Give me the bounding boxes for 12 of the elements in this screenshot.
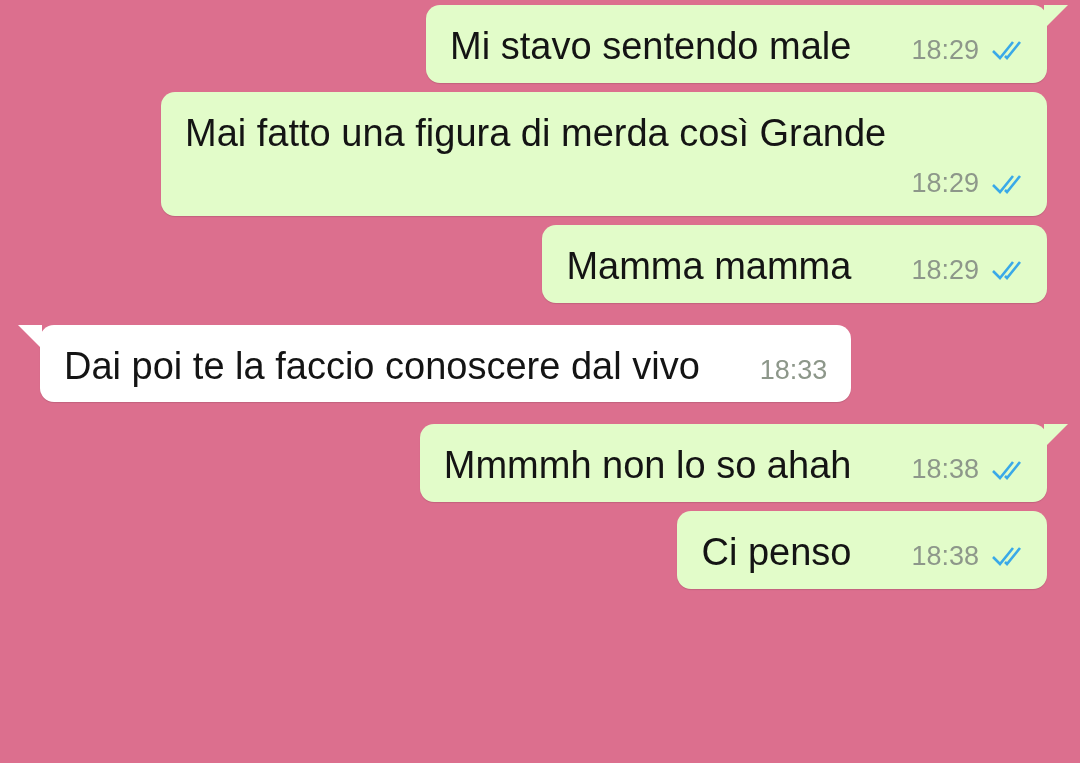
message-time: 18:38 [911, 540, 979, 574]
message-time: 18:29 [911, 254, 979, 288]
message-text: Ci penso [701, 530, 852, 575]
message-text: Mamma mamma [566, 244, 852, 289]
message-time: 18:33 [759, 353, 828, 387]
message-text: Mmmmh non lo so ahah [443, 444, 852, 488]
message-text: Dai poi te la faccio conoscere dal vivo [64, 344, 700, 389]
message-text: Mi stavo sentendo male [450, 25, 852, 69]
message-time: 18:38 [911, 453, 979, 487]
message-time: 18:29 [911, 167, 979, 201]
message-time: 18:29 [911, 34, 979, 68]
message-text: Mai fatto una figura di merda così Grande [185, 111, 888, 156]
